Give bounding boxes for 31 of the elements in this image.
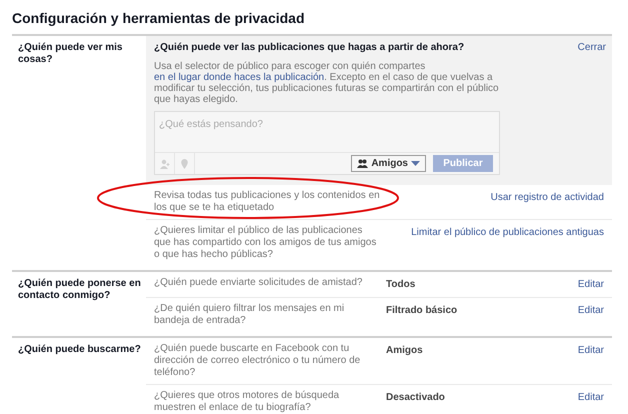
setting-action-link[interactable]: Usar registro de actividad — [490, 190, 604, 205]
section-label: ¿Quién puede ponerse en contacto conmigo? — [17, 277, 142, 303]
status-input[interactable]: ¿Qué estás pensando? — [155, 112, 499, 152]
placement-link[interactable]: en el lugar donde haces la publicación — [154, 72, 324, 83]
setting-question: ¿De quién quiero filtrar los mensajes en mi bandeja de entrada? — [154, 303, 346, 327]
panel-question: ¿Quién puede ver las publicaciones que hagas a partir de ahora? — [154, 41, 464, 55]
setting-value: Todos — [386, 278, 416, 292]
location-pin-icon[interactable] — [181, 158, 188, 168]
setting-question: ¿Quieres limitar el público de las publicaciones que has compartido con los amigos de tus amigos o que has hecho públicas? — [154, 225, 378, 261]
setting-value: Filtrado básico — [386, 304, 458, 318]
section-label: ¿Quién puede ver mis cosas? — [17, 41, 124, 67]
setting-action-link[interactable]: Editar — [578, 303, 604, 318]
status-composer[interactable]: ¿Qué estás pensando? Amigos Publicar — [154, 111, 500, 175]
setting-action-link[interactable]: Editar — [578, 390, 604, 405]
setting-action-link[interactable]: Editar — [578, 343, 604, 358]
audience-button[interactable]: Amigos — [351, 155, 426, 172]
setting-question: ¿Quién puede buscarte en Facebook con tu dirección de correo electrónico o tu número de teléfono? — [154, 343, 362, 379]
caret-icon — [411, 161, 420, 166]
setting-action-link[interactable]: Limitar el público de publicaciones antiguas — [411, 225, 604, 240]
page-title: Configuración y herramientas de privacidad — [12, 9, 306, 28]
setting-value: Desactivado — [386, 391, 445, 405]
setting-question: ¿Quién puede enviarte solicitudes de amistad? — [154, 277, 364, 289]
panel-description: Usa el selector de público para escoger con quién compartes en el lugar donde haces la publicación. Excepto en el caso de que vuelvas a modificar tu selección, tus publicaciones futuras se compartirán con el público que hayas elegido. — [154, 61, 500, 105]
setting-question: Revisa todas tus publicaciones y los contenidos en los que se te ha etiquetado — [154, 190, 380, 214]
close-link[interactable]: Cerrar — [578, 40, 606, 55]
setting-action-link[interactable]: Editar — [578, 277, 604, 292]
friends-icon — [357, 159, 368, 168]
section-label: ¿Quién puede buscarme? — [17, 343, 142, 357]
setting-question: ¿Quieres que otros motores de búsqueda muestren el enlace de tu biografía? — [154, 390, 340, 414]
setting-value: Amigos — [386, 344, 423, 358]
tag-person-icon[interactable] — [160, 158, 170, 168]
